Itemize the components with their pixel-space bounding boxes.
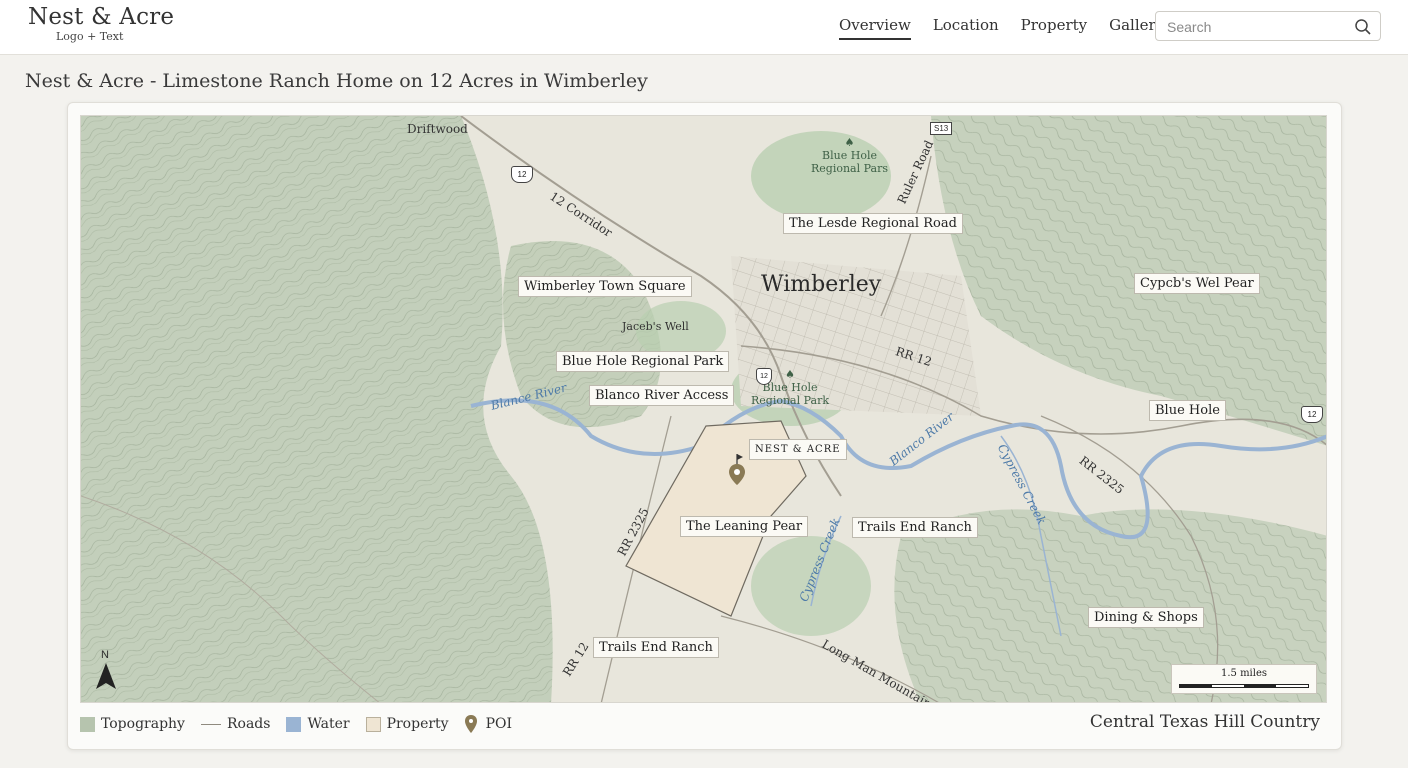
scale-label: 1.5 miles bbox=[1220, 668, 1267, 679]
search-box bbox=[1155, 11, 1381, 41]
logo[interactable]: Nest & Acre Logo + Text bbox=[28, 4, 174, 44]
logo-name: Nest & Acre bbox=[28, 4, 175, 30]
legend-poi: POI bbox=[464, 715, 513, 733]
s13-route-marker: S13 bbox=[930, 122, 953, 135]
top-bar: Nest & Acre Logo + Text Overview Locatio… bbox=[0, 0, 1408, 55]
poi-trails-end-ranch-east[interactable]: Trails End Ranch bbox=[852, 517, 978, 538]
legend-roads: Roads bbox=[200, 716, 271, 732]
poi-blanco-river-access[interactable]: Blanco River Access bbox=[589, 385, 735, 406]
poi-blue-hole-regional-park[interactable]: Blue Hole Regional Park bbox=[556, 351, 730, 372]
park-label-line-2: Regional Pars bbox=[811, 162, 888, 175]
poi-lesde-regional-road[interactable]: The Lesde Regional Road bbox=[783, 213, 963, 234]
search-icon[interactable] bbox=[1354, 18, 1372, 36]
park-label-line-2: Regional Park bbox=[751, 394, 830, 407]
property-pin-icon[interactable] bbox=[727, 454, 747, 486]
us12-shield-north: 12 bbox=[511, 166, 533, 183]
north-indicator: N bbox=[95, 649, 119, 691]
poi-pin-icon bbox=[464, 715, 477, 733]
park-label-line-1: Blue Hole bbox=[822, 149, 877, 162]
legend-poi-label: POI bbox=[485, 716, 513, 732]
jacobs-well-label: Jaceb's Well bbox=[622, 320, 689, 333]
legend-water-label: Water bbox=[307, 716, 350, 732]
poi-wimberley-town-square[interactable]: Wimberley Town Square bbox=[518, 276, 692, 297]
poi-trails-end-ranch-south[interactable]: Trails End Ranch bbox=[593, 637, 719, 658]
nav-location[interactable]: Location bbox=[933, 16, 999, 40]
poi-the-leaning-pear[interactable]: The Leaning Pear bbox=[680, 516, 809, 537]
poi-blue-hole[interactable]: Blue Hole bbox=[1149, 400, 1226, 421]
nav-property[interactable]: Property bbox=[1021, 16, 1087, 40]
logo-subtitle: Logo + Text bbox=[56, 30, 124, 43]
poi-dining-shops[interactable]: Dining & Shops bbox=[1088, 607, 1204, 628]
north-label: N bbox=[101, 649, 109, 661]
driftwood-label: Driftwood bbox=[407, 122, 468, 136]
region-label: Central Texas Hill Country bbox=[1089, 712, 1320, 732]
north-arrow-icon bbox=[96, 663, 116, 689]
route-12-marker: 12 bbox=[756, 368, 772, 385]
legend-topography: Topography bbox=[80, 716, 185, 732]
nav-overview[interactable]: Overview bbox=[839, 16, 911, 40]
property-swatch bbox=[365, 716, 381, 732]
scale-bar: 1.5 miles bbox=[1171, 664, 1317, 694]
water-swatch bbox=[286, 716, 302, 732]
legend-property: Property bbox=[365, 716, 449, 732]
poi-cypcbs-wel-pear[interactable]: Cypcb's Wel Pear bbox=[1134, 273, 1260, 294]
park-blue-hole-north: ♠ Blue Hole Regional Pars bbox=[811, 136, 888, 175]
town-label: Wimberley bbox=[761, 272, 882, 297]
legend-property-label: Property bbox=[386, 716, 449, 732]
us12-shield-east: 12 bbox=[1301, 406, 1323, 423]
roads-swatch bbox=[200, 723, 221, 725]
legend-roads-label: Roads bbox=[226, 716, 271, 732]
legend-water: Water bbox=[286, 716, 350, 732]
topography-swatch bbox=[80, 716, 95, 732]
property-sign-nest-acre[interactable]: NEST & ACRE bbox=[749, 439, 847, 460]
tree-icon: ♠ bbox=[844, 136, 855, 149]
main-nav: Overview Location Property Gallery bbox=[839, 16, 1186, 40]
search-input[interactable] bbox=[1165, 17, 1349, 37]
map-legend: Topography Roads Water Property POI bbox=[80, 713, 528, 735]
legend-topography-label: Topography bbox=[101, 716, 185, 732]
map[interactable]: Driftwood Wimberley ♠ Blue Hole Regional… bbox=[80, 115, 1327, 703]
page-title: Nest & Acre - Limestone Ranch Home on 12… bbox=[25, 70, 648, 92]
scale-ruler bbox=[1179, 684, 1309, 688]
